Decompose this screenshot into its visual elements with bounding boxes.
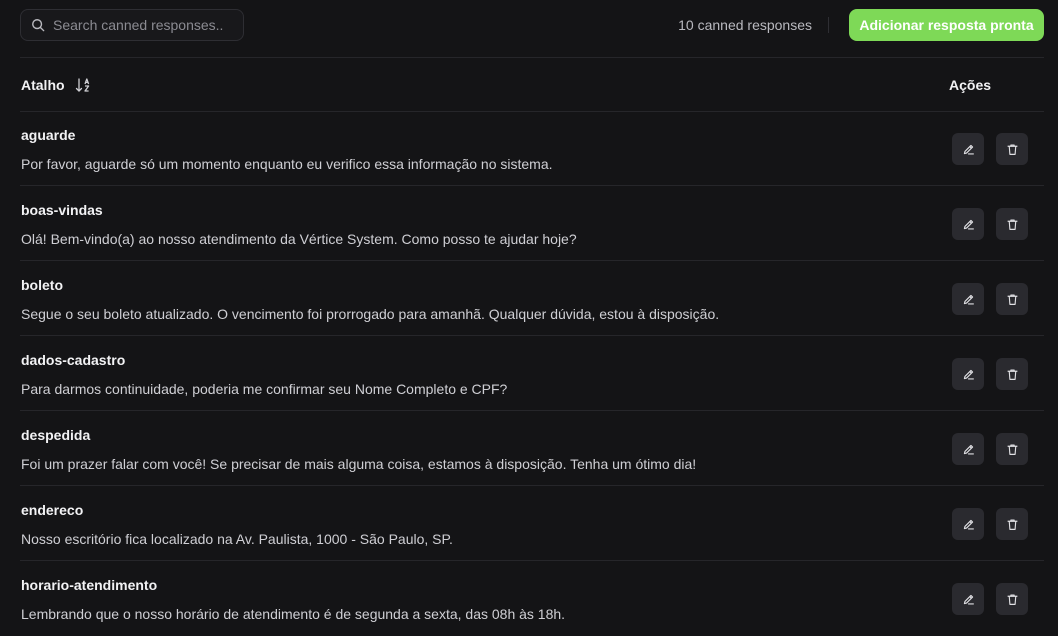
edit-button[interactable] (952, 433, 984, 465)
table-row: despedida Foi um prazer falar com você! … (0, 411, 1058, 486)
trash-icon (1006, 593, 1018, 605)
row-content: Lembrando que o nosso horário de atendim… (21, 606, 566, 622)
edit-button[interactable] (952, 358, 984, 390)
row-content: Para darmos continuidade, poderia me con… (21, 381, 508, 397)
edit-button[interactable] (952, 583, 984, 615)
pencil-icon (963, 444, 974, 455)
toolbar-divider (828, 17, 829, 33)
table-row: endereco Nosso escritório fica localizad… (0, 486, 1058, 561)
row-shortcut: despedida (21, 427, 91, 443)
edit-button[interactable] (952, 208, 984, 240)
table-row: horario-atendimento Lembrando que o noss… (0, 561, 1058, 636)
delete-button[interactable] (996, 508, 1028, 540)
row-content: Nosso escritório fica localizado na Av. … (21, 531, 453, 547)
delete-button[interactable] (996, 433, 1028, 465)
edit-button[interactable] (952, 508, 984, 540)
table-row: boleto Segue o seu boleto atualizado. O … (0, 261, 1058, 336)
delete-button[interactable] (996, 283, 1028, 315)
edit-button[interactable] (952, 283, 984, 315)
responses-count: 10 canned responses (678, 17, 812, 33)
pencil-icon (963, 369, 974, 380)
table-header: Atalho Ações (0, 58, 1058, 111)
pencil-icon (963, 144, 974, 155)
column-header-shortcut-label: Atalho (21, 77, 65, 93)
row-shortcut: boleto (21, 277, 63, 293)
column-header-actions: Ações (949, 77, 992, 93)
row-content: Segue o seu boleto atualizado. O vencime… (21, 306, 720, 322)
trash-icon (1006, 368, 1018, 380)
canned-responses-list: aguarde Por favor, aguarde só um momento… (0, 111, 1058, 636)
pencil-icon (963, 219, 974, 230)
row-content: Foi um prazer falar com você! Se precisa… (21, 456, 697, 472)
table-row: boas-vindas Olá! Bem-vindo(a) ao nosso a… (0, 186, 1058, 261)
delete-button[interactable] (996, 583, 1028, 615)
trash-icon (1006, 518, 1018, 530)
pencil-icon (963, 294, 974, 305)
row-shortcut: dados-cadastro (21, 352, 126, 368)
edit-button[interactable] (952, 133, 984, 165)
pencil-icon (963, 594, 974, 605)
column-header-shortcut[interactable]: Atalho (21, 77, 91, 93)
sort-alpha-icon[interactable] (75, 77, 91, 93)
row-shortcut: endereco (21, 502, 84, 518)
trash-icon (1006, 218, 1018, 230)
delete-button[interactable] (996, 133, 1028, 165)
search-input[interactable] (53, 17, 233, 33)
trash-icon (1006, 293, 1018, 305)
row-shortcut: horario-atendimento (21, 577, 158, 593)
trash-icon (1006, 143, 1018, 155)
search-box[interactable] (20, 9, 244, 41)
table-row: dados-cadastro Para darmos continuidade,… (0, 336, 1058, 411)
pencil-icon (963, 519, 974, 530)
add-canned-response-button[interactable]: Adicionar resposta pronta (849, 9, 1044, 41)
delete-button[interactable] (996, 358, 1028, 390)
row-content: Por favor, aguarde só um momento enquant… (21, 156, 553, 172)
toolbar: 10 canned responses Adicionar resposta p… (0, 0, 1058, 52)
delete-button[interactable] (996, 208, 1028, 240)
row-shortcut: boas-vindas (21, 202, 103, 218)
table-row: aguarde Por favor, aguarde só um momento… (0, 111, 1058, 186)
row-content: Olá! Bem-vindo(a) ao nosso atendimento d… (21, 231, 577, 247)
trash-icon (1006, 443, 1018, 455)
search-icon (32, 19, 45, 32)
row-shortcut: aguarde (21, 127, 76, 143)
